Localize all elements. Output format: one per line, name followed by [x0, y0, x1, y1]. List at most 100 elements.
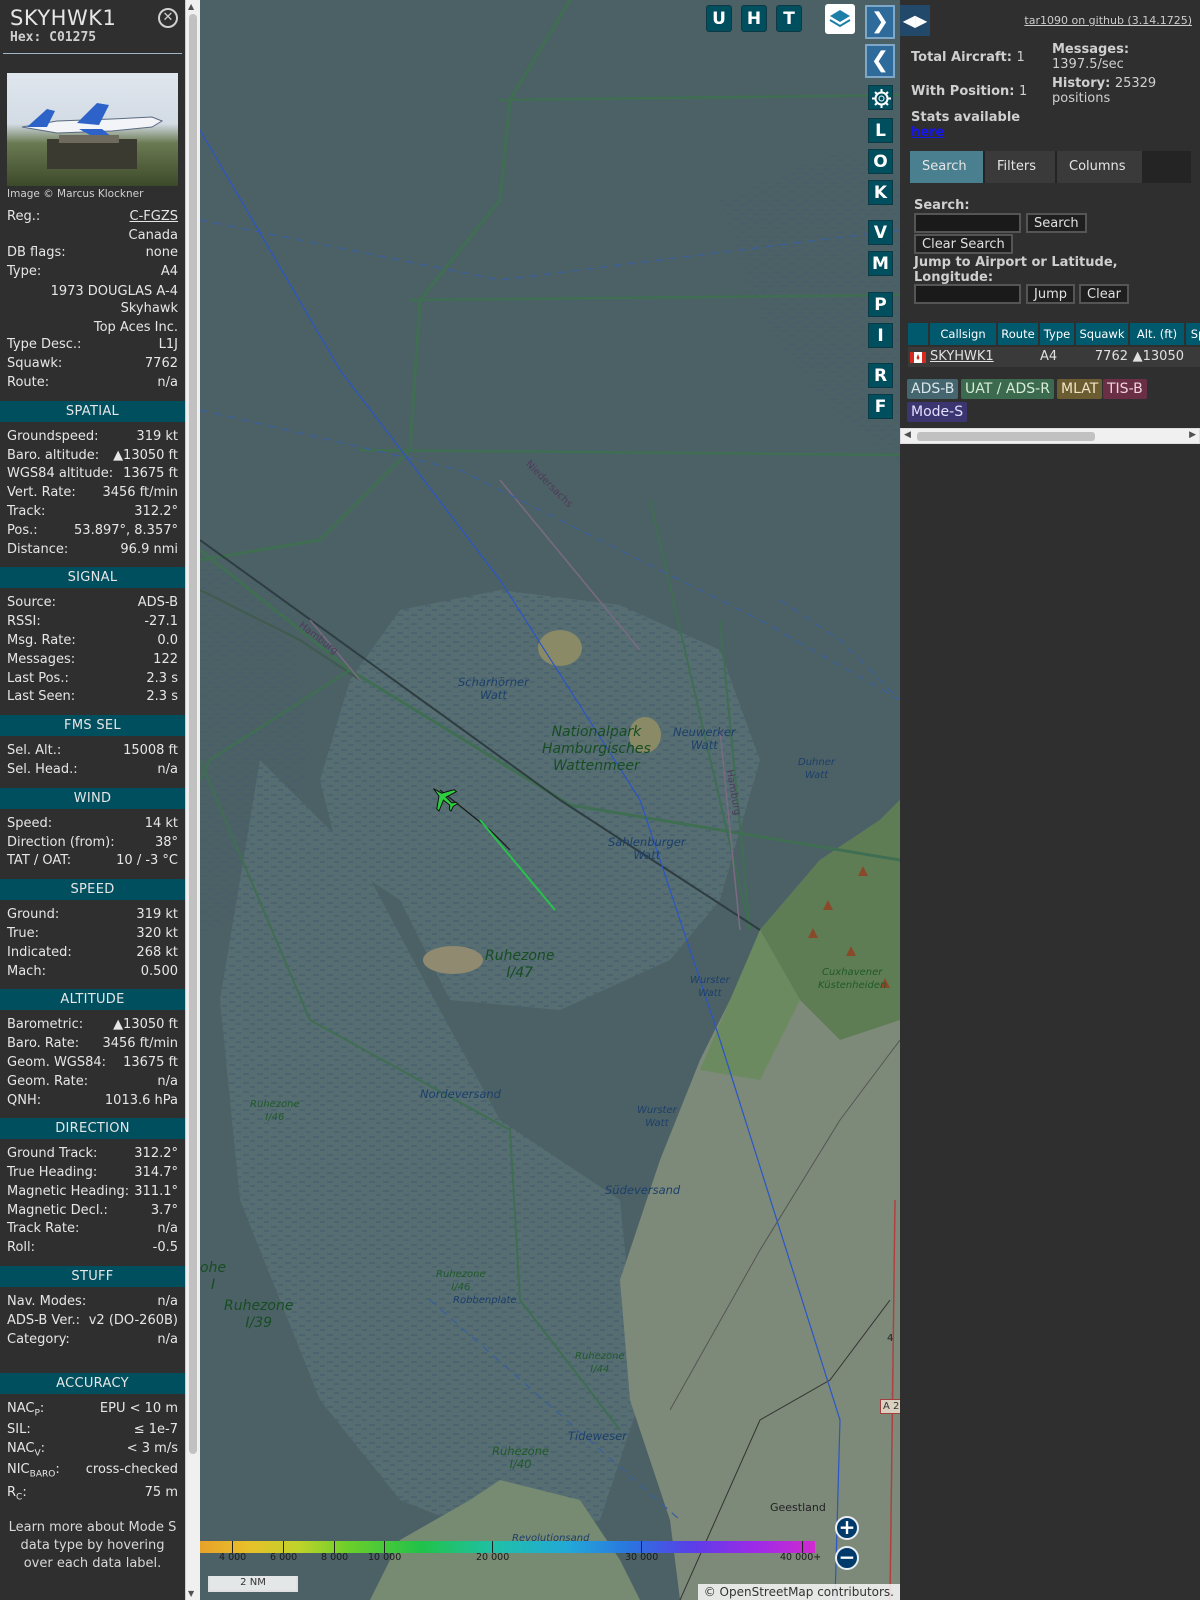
map-attribution[interactable]: © OpenStreetMap contributors.	[697, 1584, 900, 1600]
map-label-geestland: Geestland	[770, 1501, 826, 1514]
info-row: Mach: 0.500	[0, 963, 185, 982]
info-label: ADS-B Ver.:	[7, 1312, 80, 1328]
map-label-scharhorner: Scharhörner Watt	[458, 675, 529, 702]
info-label: Baro. altitude:	[7, 447, 100, 463]
toggle-k-button[interactable]: K	[868, 180, 893, 205]
row-callsign[interactable]: SKYHWK1	[930, 347, 996, 367]
scroll-up-icon[interactable]: ▲	[188, 2, 194, 11]
stats-link[interactable]: here	[911, 125, 1020, 140]
info-value: 2.3 s	[146, 689, 178, 705]
zoom-out-button[interactable]: −	[835, 1546, 859, 1570]
scroll-down-icon[interactable]: ▼	[188, 1589, 194, 1598]
scroll-right-icon[interactable]: ▶	[1189, 430, 1196, 440]
col-speed[interactable]: Sp	[1186, 323, 1200, 345]
prev-aircraft-button[interactable]: ❮	[865, 44, 895, 78]
nacv-row: NACV: < 3 m/s	[0, 1440, 185, 1461]
version-link[interactable]: tar1090 on github (3.14.1725)	[1024, 14, 1192, 27]
table-row[interactable]: SKYHWK1 A4 7762 ▲13050	[908, 347, 1200, 367]
toggle-t-button[interactable]: T	[776, 5, 802, 32]
nacv-label: NACV:	[7, 1441, 46, 1459]
info-value: 1013.6 hPa	[104, 1092, 178, 1108]
zoom-in-button[interactable]: +	[835, 1516, 859, 1540]
info-panel-scrollbar[interactable]: ▲ ▼	[185, 0, 200, 1600]
toggle-o-button[interactable]: O	[868, 149, 893, 174]
row-squawk: 7762	[1094, 349, 1128, 364]
col-squawk[interactable]: Squawk	[1076, 323, 1128, 345]
clear-search-button[interactable]: Clear Search	[914, 234, 1013, 254]
close-icon[interactable]: ✕	[158, 8, 178, 28]
info-value: n/a	[157, 1331, 178, 1347]
map-view[interactable]: Niedersachs Hamburg Hamburg Scharhörner W…	[200, 0, 900, 1600]
section-header-altitude: ALTITUDE	[0, 989, 185, 1011]
info-row: Roll: -0.5	[0, 1239, 185, 1258]
toggle-f-button[interactable]: F	[868, 394, 893, 419]
search-button[interactable]: Search	[1026, 213, 1087, 233]
map-label-ruhezone-47: Ruhezone I/47	[485, 948, 555, 981]
col-type[interactable]: Type	[1040, 323, 1074, 345]
messages-value: 1397.5/sec	[1052, 57, 1124, 72]
stats-label: Stats available	[911, 110, 1021, 125]
toggle-r-button[interactable]: R	[868, 363, 893, 388]
reg-link[interactable]: C-FGZS	[130, 208, 178, 227]
info-label: Track Rate:	[7, 1221, 80, 1237]
info-value: 122	[153, 651, 178, 667]
settings-button[interactable]	[868, 85, 893, 110]
toggle-i-button[interactable]: I	[868, 323, 893, 348]
expand-sidebar-button[interactable]: ◀▶	[900, 5, 930, 36]
typedesc-value: L1J	[158, 337, 178, 353]
info-row: Magnetic Heading: 311.1°	[0, 1183, 185, 1202]
info-row: Track: 312.2°	[0, 503, 185, 522]
dbflags-row: DB flags: none	[0, 244, 185, 263]
info-value: 2.3 s	[146, 670, 178, 686]
col-flag[interactable]	[908, 323, 928, 345]
aircraft-info-panel: SKYHWK1 Hex: C01275 ✕ Image © Marcus Klo…	[0, 0, 185, 1600]
jump-button[interactable]: Jump	[1026, 284, 1075, 304]
row-speed	[1186, 347, 1200, 367]
info-label: Sel. Alt.:	[7, 743, 62, 759]
col-callsign[interactable]: Callsign	[930, 323, 996, 345]
info-label: Geom. Rate:	[7, 1073, 89, 1089]
layers-button[interactable]	[825, 4, 855, 34]
toggle-u-button[interactable]: U	[706, 5, 732, 32]
col-route[interactable]: Route	[998, 323, 1038, 345]
jump-input[interactable]	[914, 284, 1021, 304]
info-value: ▲13050 ft	[113, 1017, 178, 1033]
info-value: 0.500	[140, 963, 178, 979]
toggle-l-button[interactable]: L	[868, 118, 893, 143]
info-label: Track:	[7, 503, 46, 519]
map-label-sahlenburger: Sahlenburger Watt	[608, 835, 686, 862]
next-aircraft-button[interactable]: ❯	[865, 5, 895, 39]
toggle-p-button[interactable]: P	[868, 292, 893, 317]
search-input[interactable]	[914, 213, 1021, 233]
col-altitude[interactable]: Alt. (ft)	[1130, 323, 1184, 345]
map-label-ruhezone-46a: Ruhezone I/46	[250, 1099, 300, 1123]
aircraft-marker-icon[interactable]	[428, 782, 460, 814]
section-header-speed: SPEED	[0, 879, 185, 901]
map-label-neuwerker: Neuwerker Watt	[673, 725, 736, 752]
info-row: True: 320 kt	[0, 925, 185, 944]
aircraft-photo[interactable]	[7, 73, 178, 186]
hex-label: Hex:	[10, 30, 42, 45]
info-label: Category:	[7, 1331, 70, 1347]
scroll-left-icon[interactable]: ◀	[904, 430, 911, 440]
scrollbar-thumb[interactable]	[917, 432, 1095, 441]
legend-tisb: TIS-B	[1103, 379, 1147, 399]
info-value: 38°	[154, 834, 178, 850]
tab-filters[interactable]: Filters	[985, 151, 1055, 183]
table-horizontal-scrollbar[interactable]: ◀ ▶	[900, 428, 1200, 444]
type-label: Type:	[7, 263, 42, 279]
canada-flag-icon	[908, 347, 928, 367]
clear-jump-button[interactable]: Clear	[1079, 284, 1129, 304]
aircraft-header: SKYHWK1 Hex: C01275 ✕	[3, 0, 182, 54]
toggle-h-button[interactable]: H	[741, 5, 767, 32]
tab-columns[interactable]: Columns	[1057, 151, 1142, 183]
info-value: -27.1	[144, 614, 178, 630]
toggle-m-button[interactable]: M	[868, 251, 893, 276]
scrollbar-thumb[interactable]	[189, 14, 197, 1454]
toggle-v-button[interactable]: V	[868, 220, 893, 245]
tab-search[interactable]: Search	[910, 151, 983, 183]
info-value: 96.9 nmi	[120, 541, 178, 557]
row-type: A4	[1040, 349, 1058, 364]
history-label: History:	[1052, 76, 1111, 91]
info-value: 319 kt	[136, 428, 178, 444]
